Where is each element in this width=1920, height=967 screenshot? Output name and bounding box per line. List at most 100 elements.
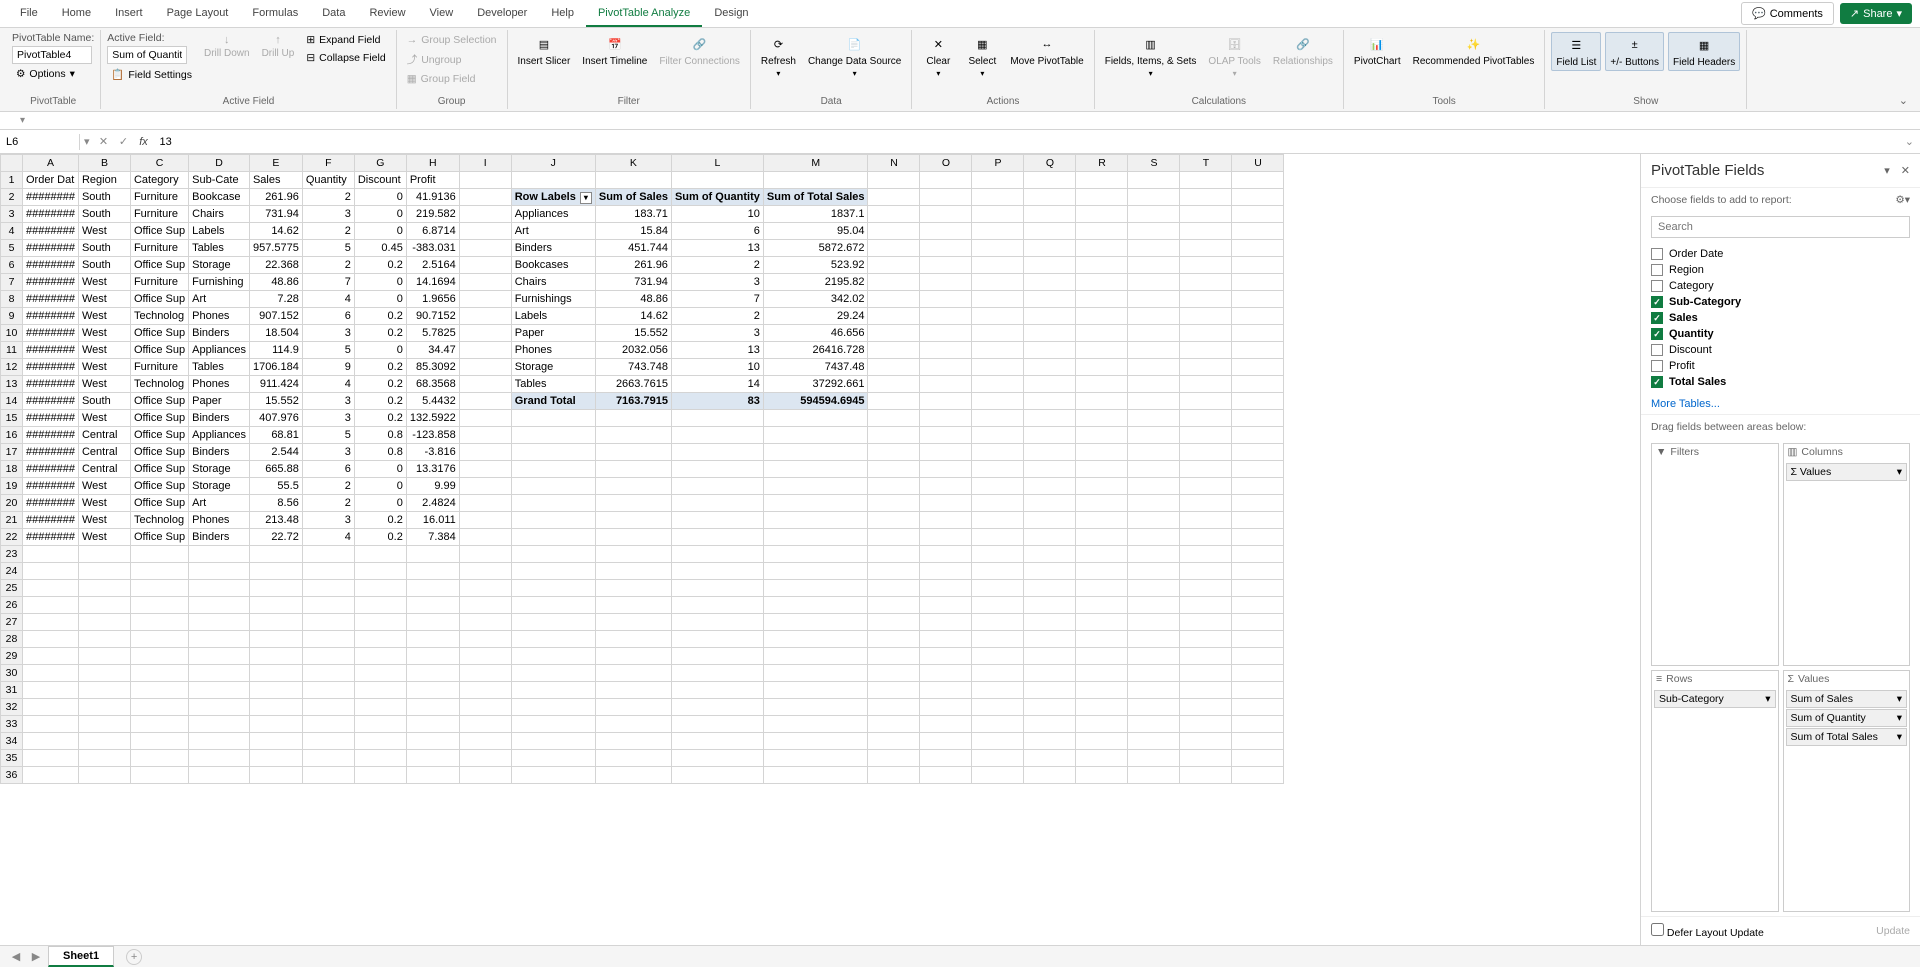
cell[interactable] xyxy=(511,495,595,512)
cell[interactable] xyxy=(972,682,1024,699)
values-pill[interactable]: Sum of Total Sales▾ xyxy=(1786,728,1908,746)
col-header[interactable]: U xyxy=(1232,155,1284,172)
cell[interactable]: Office Sup xyxy=(130,325,188,342)
cell[interactable] xyxy=(1024,546,1076,563)
cell[interactable]: Row Labels▾ xyxy=(511,189,595,206)
cell[interactable] xyxy=(595,682,671,699)
cell[interactable]: 0.2 xyxy=(354,376,406,393)
cell[interactable] xyxy=(1076,495,1128,512)
cell[interactable] xyxy=(763,172,868,189)
cell[interactable] xyxy=(1024,682,1076,699)
cell[interactable] xyxy=(23,631,79,648)
cell[interactable] xyxy=(130,733,188,750)
cell[interactable] xyxy=(354,682,406,699)
cell[interactable] xyxy=(868,393,920,410)
cell[interactable]: 3 xyxy=(302,512,354,529)
cell[interactable] xyxy=(868,631,920,648)
cell[interactable]: 342.02 xyxy=(763,291,868,308)
row-header[interactable]: 9 xyxy=(1,308,23,325)
cell[interactable] xyxy=(763,410,868,427)
row-header[interactable]: 18 xyxy=(1,461,23,478)
cell[interactable] xyxy=(595,444,671,461)
cell[interactable] xyxy=(459,240,511,257)
cell[interactable]: 2 xyxy=(302,495,354,512)
cell[interactable] xyxy=(1024,529,1076,546)
values-pill[interactable]: Sum of Sales▾ xyxy=(1786,690,1908,708)
cell[interactable] xyxy=(1232,461,1284,478)
cell[interactable] xyxy=(1232,342,1284,359)
cell[interactable]: Office Sup xyxy=(130,495,188,512)
cell[interactable] xyxy=(920,172,972,189)
cell[interactable] xyxy=(972,614,1024,631)
row-header[interactable]: 11 xyxy=(1,342,23,359)
cell[interactable] xyxy=(130,648,188,665)
cell[interactable]: 1.9656 xyxy=(406,291,459,308)
cell[interactable] xyxy=(671,172,763,189)
cell[interactable] xyxy=(1180,291,1232,308)
row-header[interactable]: 5 xyxy=(1,240,23,257)
cell[interactable] xyxy=(130,665,188,682)
cell[interactable]: 261.96 xyxy=(249,189,302,206)
cell[interactable] xyxy=(23,665,79,682)
cell[interactable] xyxy=(249,648,302,665)
cell[interactable] xyxy=(868,682,920,699)
cell[interactable] xyxy=(1024,699,1076,716)
cell[interactable]: Technolog xyxy=(130,512,188,529)
cell[interactable] xyxy=(920,614,972,631)
cell[interactable]: 48.86 xyxy=(595,291,671,308)
cell[interactable] xyxy=(249,699,302,716)
cell[interactable]: ######## xyxy=(23,359,79,376)
cell[interactable] xyxy=(868,716,920,733)
row-header[interactable]: 23 xyxy=(1,546,23,563)
cell[interactable]: South xyxy=(78,393,130,410)
cell[interactable] xyxy=(302,648,354,665)
cell[interactable] xyxy=(302,716,354,733)
cell[interactable]: Appliances xyxy=(189,342,250,359)
cell[interactable] xyxy=(972,529,1024,546)
cell[interactable] xyxy=(1232,699,1284,716)
cell[interactable] xyxy=(868,529,920,546)
cell[interactable] xyxy=(972,393,1024,410)
cell[interactable] xyxy=(1076,750,1128,767)
cell[interactable]: Phones xyxy=(189,308,250,325)
cell[interactable] xyxy=(459,359,511,376)
cell[interactable] xyxy=(1232,325,1284,342)
cell[interactable]: Binders xyxy=(189,529,250,546)
cell[interactable] xyxy=(972,512,1024,529)
cell[interactable] xyxy=(868,546,920,563)
cell[interactable]: 18.504 xyxy=(249,325,302,342)
cell[interactable] xyxy=(511,648,595,665)
col-header[interactable]: F xyxy=(302,155,354,172)
col-header[interactable]: T xyxy=(1180,155,1232,172)
cell[interactable] xyxy=(671,597,763,614)
cell[interactable] xyxy=(1128,393,1180,410)
cell[interactable] xyxy=(671,580,763,597)
cell[interactable] xyxy=(1076,393,1128,410)
cell[interactable] xyxy=(1076,733,1128,750)
cell[interactable] xyxy=(868,274,920,291)
cell[interactable] xyxy=(511,478,595,495)
row-header[interactable]: 24 xyxy=(1,563,23,580)
cell[interactable] xyxy=(868,325,920,342)
cell[interactable]: 0 xyxy=(354,291,406,308)
cell[interactable] xyxy=(1180,495,1232,512)
cell[interactable] xyxy=(1024,750,1076,767)
cell[interactable] xyxy=(302,546,354,563)
cell[interactable] xyxy=(1128,274,1180,291)
cell[interactable]: Appliances xyxy=(511,206,595,223)
cell[interactable] xyxy=(1232,376,1284,393)
cell[interactable] xyxy=(868,495,920,512)
cell[interactable] xyxy=(1076,682,1128,699)
cell[interactable]: Technolog xyxy=(130,308,188,325)
cell[interactable]: 6 xyxy=(671,223,763,240)
cell[interactable] xyxy=(459,699,511,716)
cell[interactable]: 46.656 xyxy=(763,325,868,342)
cell[interactable] xyxy=(1076,240,1128,257)
cell[interactable]: ######## xyxy=(23,427,79,444)
cell[interactable] xyxy=(1024,206,1076,223)
close-icon[interactable]: ✕ xyxy=(1901,165,1910,177)
cell[interactable] xyxy=(763,427,868,444)
cell[interactable] xyxy=(406,699,459,716)
cell[interactable] xyxy=(459,223,511,240)
cell[interactable] xyxy=(972,631,1024,648)
